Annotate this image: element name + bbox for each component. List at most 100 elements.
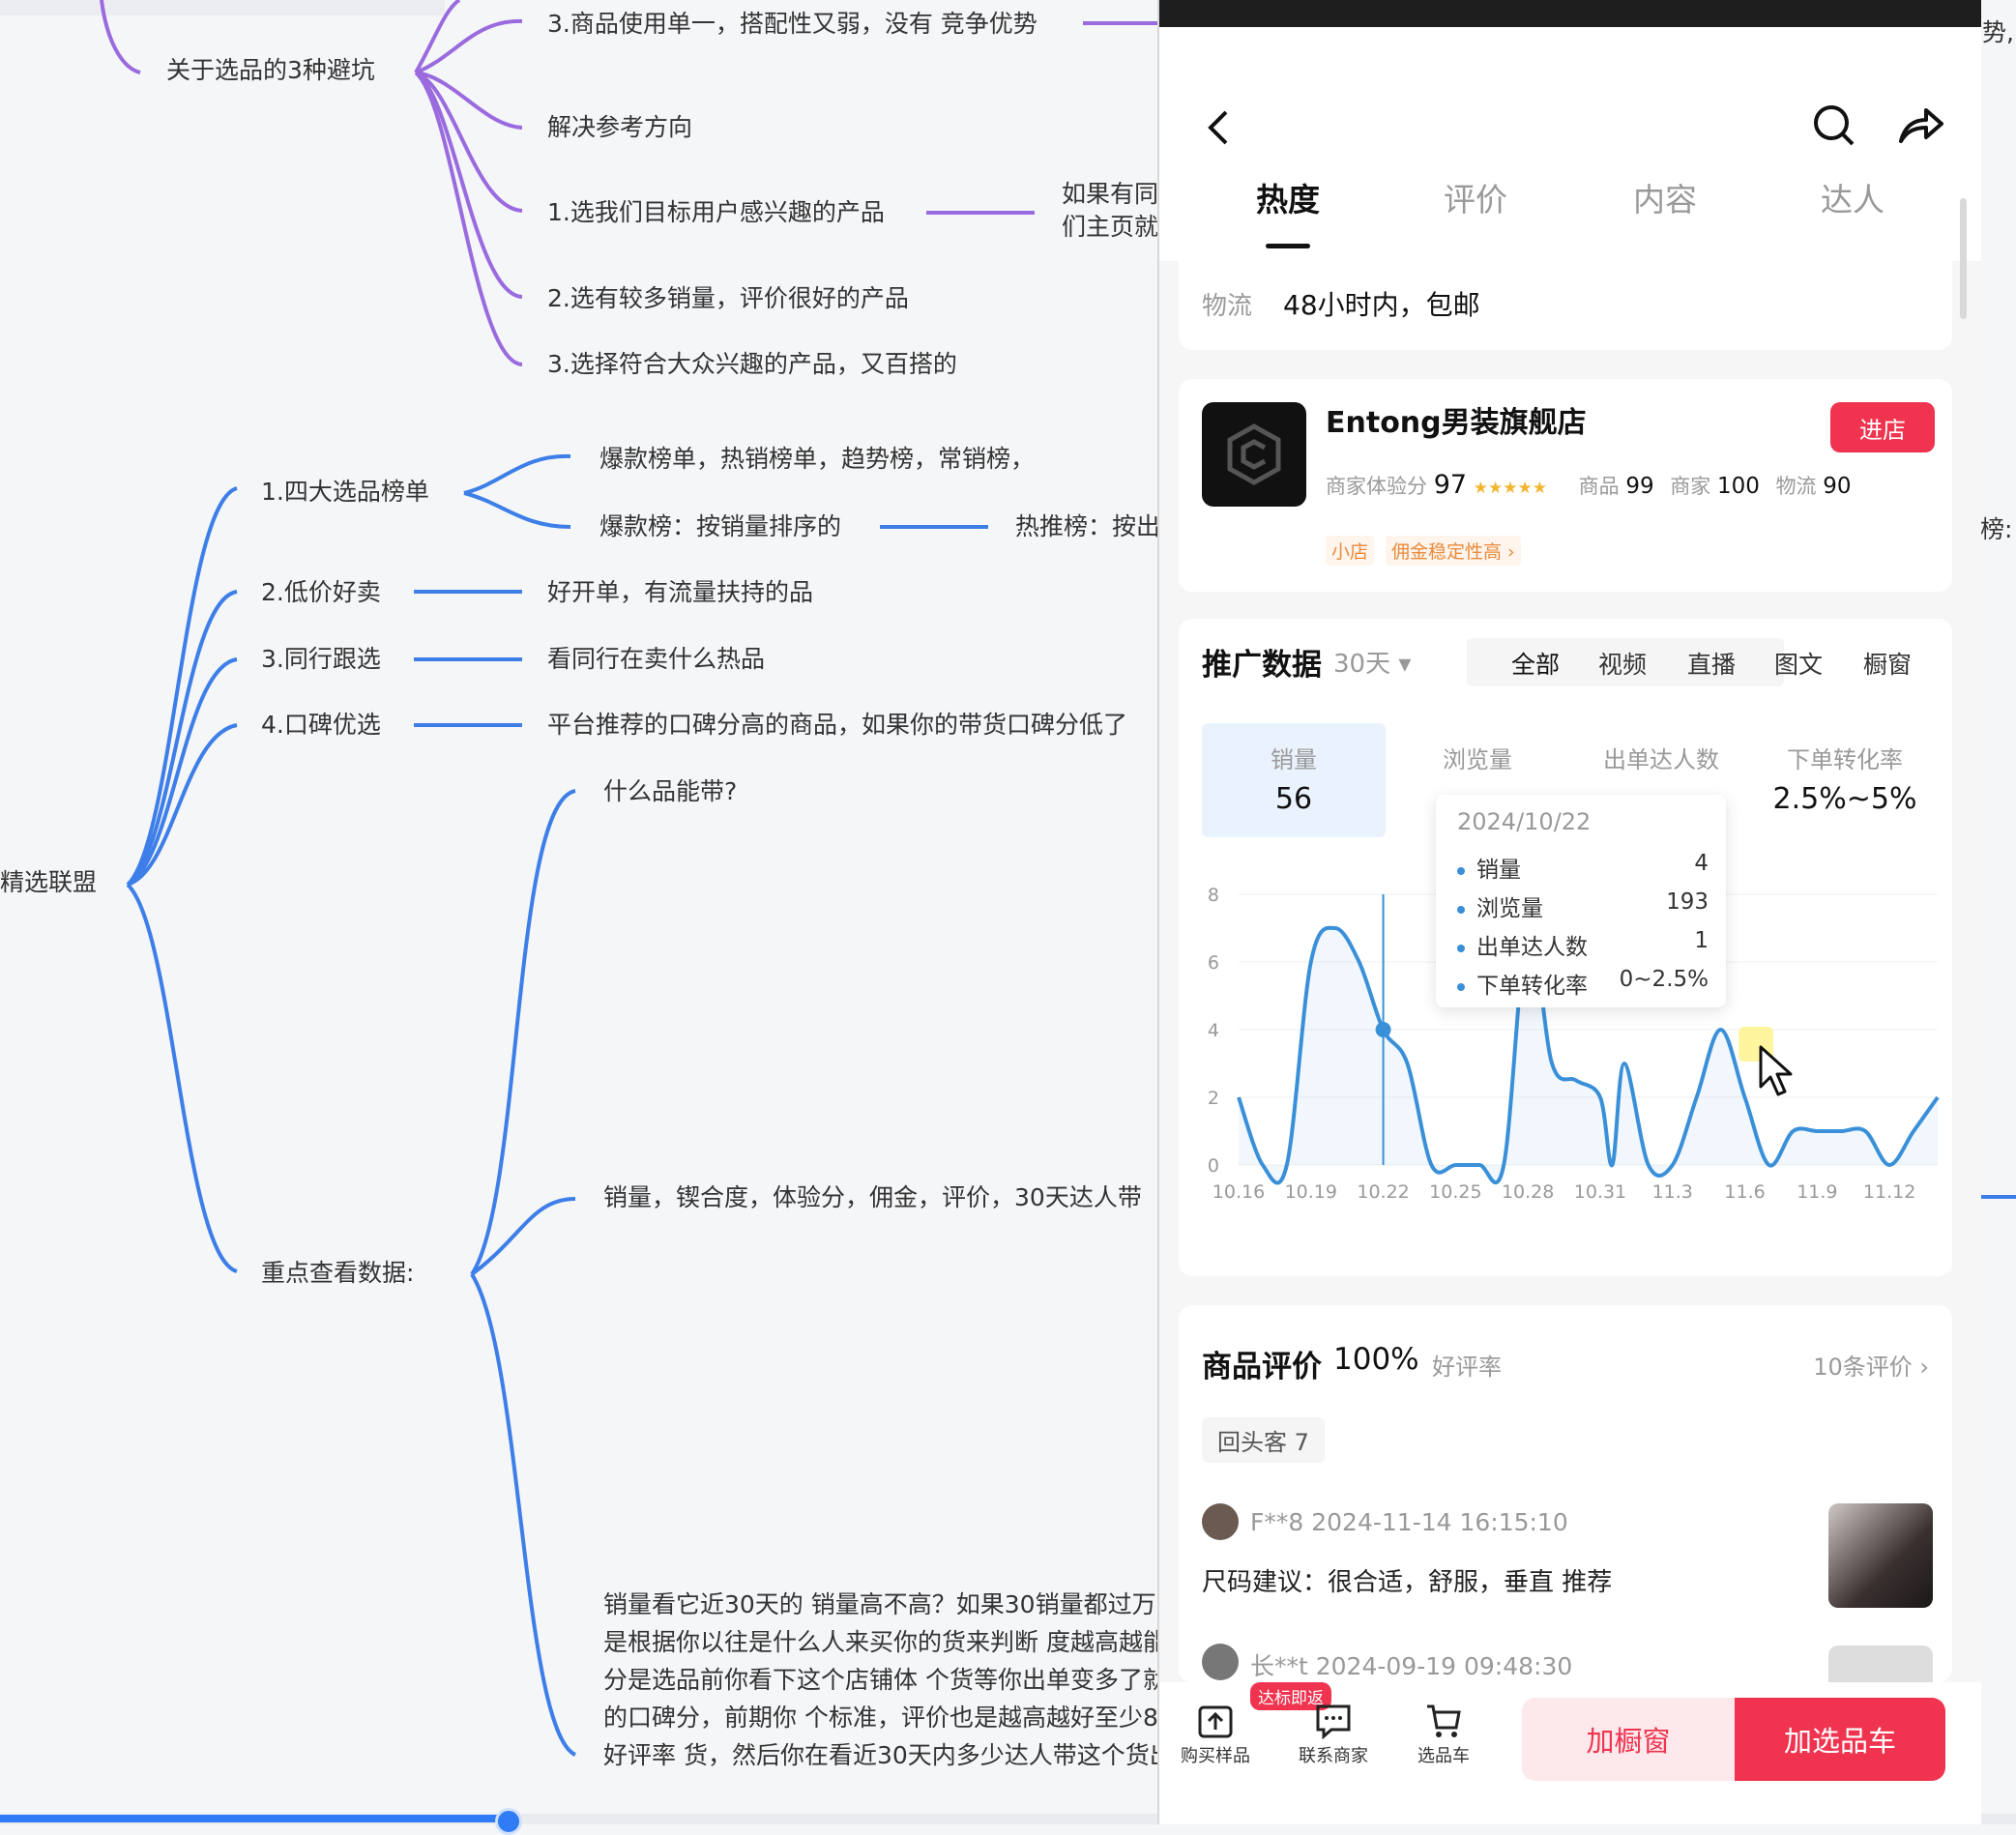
progress-knob[interactable] (495, 1808, 522, 1835)
node-cheap[interactable]: 2.低价好卖 (261, 576, 381, 609)
promo-tab-video[interactable]: 视频 (1598, 646, 1647, 681)
buy-sample-button[interactable]: 购买样品 (1167, 1700, 1264, 1767)
review-title: 商品评价 (1202, 1350, 1322, 1384)
add-to-window-button[interactable]: 加橱窗 (1522, 1698, 1735, 1781)
x-tick-label: 10.19 (1285, 1181, 1337, 1203)
node-lists[interactable]: 1.四大选品榜单 (261, 476, 429, 509)
add-to-cart-button[interactable]: 加选品车 (1735, 1698, 1945, 1781)
goods-score-label: 商品 (1578, 475, 1620, 498)
connector-lists (126, 486, 238, 887)
node-solution[interactable]: 解决参考方向 (547, 111, 692, 144)
x-tick-label: 11.6 (1724, 1181, 1765, 1203)
review-card: 商品评价 100% 好评率 10条评价 › 回头客 7 F**8 2024-11… (1179, 1305, 1952, 1682)
metric-sales[interactable]: 销量 56 (1202, 723, 1386, 837)
connector-s2 (414, 71, 523, 299)
x-tick-label: 11.12 (1863, 1181, 1915, 1203)
y-tick-label: 0 (1208, 1155, 1219, 1177)
cart-icon (1427, 1704, 1461, 1737)
x-tick-label: 10.16 (1213, 1181, 1265, 1203)
logistics-card: 物流 48小时内，包邮 (1179, 261, 1952, 350)
x-tick-label: 10.28 (1502, 1181, 1554, 1203)
promo-tab-window[interactable]: 橱窗 (1863, 646, 1912, 681)
shop-logo[interactable] (1202, 402, 1306, 507)
node-solution-1[interactable]: 1.选我们目标用户感兴趣的产品 (547, 196, 885, 229)
node-pitfalls[interactable]: 关于选品的3种避坑 (166, 54, 375, 87)
repeat-customers-tag[interactable]: 回头客 7 (1202, 1417, 1325, 1463)
node-focus[interactable]: 重点查看数据: (261, 1257, 414, 1290)
node-solution-3[interactable]: 3.选择符合大众兴趣的产品，又百搭的 (547, 348, 957, 381)
panel-scrollbar[interactable] (1960, 198, 1967, 319)
bottom-action-bar: 购买样品 达标即返 联系商家 选品车 加橱窗 加选品车 (1159, 1682, 1981, 1824)
node-lists-b[interactable]: 爆款榜：按销量排序的 (599, 510, 841, 543)
node-root[interactable]: 精选联盟 (0, 866, 97, 899)
promo-tab-all[interactable]: 全部 (1511, 646, 1560, 681)
x-tick-label: 10.25 (1429, 1181, 1481, 1203)
promo-tab-graphic[interactable]: 图文 (1774, 646, 1823, 681)
tab-content[interactable]: 内容 (1592, 174, 1738, 220)
enter-shop-button[interactable]: 进店 (1830, 402, 1935, 452)
tooltip-row-sales: 销量 4 (1457, 851, 1709, 884)
tab-heat[interactable]: 热度 (1215, 174, 1360, 220)
period-dropdown[interactable]: 30天 ▾ (1333, 644, 1411, 680)
tag-small-shop: 小店 (1326, 536, 1375, 566)
node-what[interactable]: 什么品能带? (603, 775, 737, 808)
exp-score-label: 商家体验分 (1326, 475, 1427, 498)
review-meta-1: F**8 2024-11-14 16:15:10 (1250, 1508, 1568, 1536)
window-title-strip (1159, 0, 1981, 27)
mind-map-canvas[interactable]: 关于选品的3种避坑 3.商品使用单一，搭配性又弱，没有 竞争优势 解决参考方向 … (0, 0, 1270, 1824)
search-icon[interactable] (1809, 101, 1859, 151)
chat-icon (1316, 1704, 1351, 1739)
review-count-link[interactable]: 10条评价 › (1813, 1348, 1929, 1382)
review-image-2[interactable] (1828, 1646, 1933, 1682)
upload-box-icon (1198, 1705, 1233, 1738)
review-rate: 100% (1333, 1342, 1419, 1377)
node-cheap-detail[interactable]: 好开单，有流量扶持的品 (547, 576, 813, 609)
highlight-point (1375, 1022, 1391, 1037)
selection-cart-button[interactable]: 选品车 (1395, 1700, 1492, 1767)
node-lists-c[interactable]: 热推榜：按出 (1015, 510, 1160, 543)
node-pitfall-3[interactable]: 3.商品使用单一，搭配性又弱，没有 竞争优势 (547, 8, 1037, 41)
shop-card[interactable]: Entong男装旗舰店 进店 商家体验分 97 ★★★★★ 商品 99 商家 1… (1179, 379, 1952, 592)
tooltip-row-conversion: 下单转化率 0~2.5% (1457, 967, 1709, 1000)
y-tick-label: 2 (1208, 1088, 1219, 1109)
connector-lists-a (463, 453, 571, 495)
node-reputation-detail[interactable]: 平台推荐的口碑分高的商品，如果你的带货口碑分低了 (547, 709, 1127, 742)
connector-para (470, 1272, 577, 1757)
review-text-1: 尺码建议：很合适，舒服，垂直 推荐 (1202, 1568, 1613, 1597)
avatar (1202, 1503, 1239, 1540)
connector-focus (126, 883, 238, 1273)
shop-name[interactable]: Entong男装旗舰店 (1326, 398, 1587, 441)
share-icon[interactable] (1894, 101, 1948, 151)
x-tick-label: 11.3 (1652, 1181, 1693, 1203)
goods-score-value: 99 (1625, 474, 1654, 499)
node-metrics[interactable]: 销量，锲合度，体验分，佣金，评价，30天达人带 (603, 1181, 1142, 1214)
node-peer-detail[interactable]: 看同行在卖什么热品 (547, 643, 765, 676)
tag-stable-commission[interactable]: 佣金稳定性高 › (1386, 536, 1521, 566)
merchant-score-value: 100 (1716, 474, 1760, 499)
review-meta-2: 长**t 2024-09-19 09:48:30 (1250, 1652, 1573, 1680)
rating-stars-icon: ★★★★★ (1473, 479, 1547, 498)
tab-creators[interactable]: 达人 (1780, 174, 1925, 220)
connector-p3 (415, 18, 523, 74)
contact-merchant-button[interactable]: 联系商家 (1285, 1700, 1382, 1767)
node-solution-2[interactable]: 2.选有较多销量，评价很好的产品 (547, 282, 909, 315)
horizontal-progress-bar[interactable] (0, 1815, 508, 1822)
x-tick-label: 11.9 (1797, 1181, 1837, 1203)
tab-reviews[interactable]: 评价 (1403, 174, 1548, 220)
promo-tab-live[interactable]: 直播 (1687, 646, 1736, 681)
metric-conversion[interactable]: 下单转化率 2.5%~5% (1753, 723, 1937, 837)
node-lists-a[interactable]: 爆款榜单，热销榜单，趋势榜，常销榜， (599, 443, 1035, 476)
node-reputation[interactable]: 4.口碑优选 (261, 709, 381, 742)
exp-score-value: 97 (1433, 470, 1468, 500)
shop-scores: 商家体验分 97 ★★★★★ 商品 99 商家 100 物流 90 (1326, 470, 1852, 500)
logistics-score-label: 物流 (1775, 475, 1817, 498)
review-image-1[interactable] (1828, 1503, 1933, 1608)
node-peer[interactable]: 3.同行跟选 (261, 643, 381, 676)
logistics-value: 48小时内，包邮 (1283, 289, 1480, 321)
merchant-score-label: 商家 (1670, 475, 1711, 498)
node-solution-1-detail[interactable]: 如果有同 们主页就 (1062, 178, 1158, 244)
y-tick-label: 4 (1208, 1020, 1219, 1041)
back-arrow-icon[interactable] (1196, 104, 1242, 151)
mouse-cursor-icon (1759, 1045, 1793, 1096)
x-tick-label: 10.22 (1357, 1181, 1409, 1203)
